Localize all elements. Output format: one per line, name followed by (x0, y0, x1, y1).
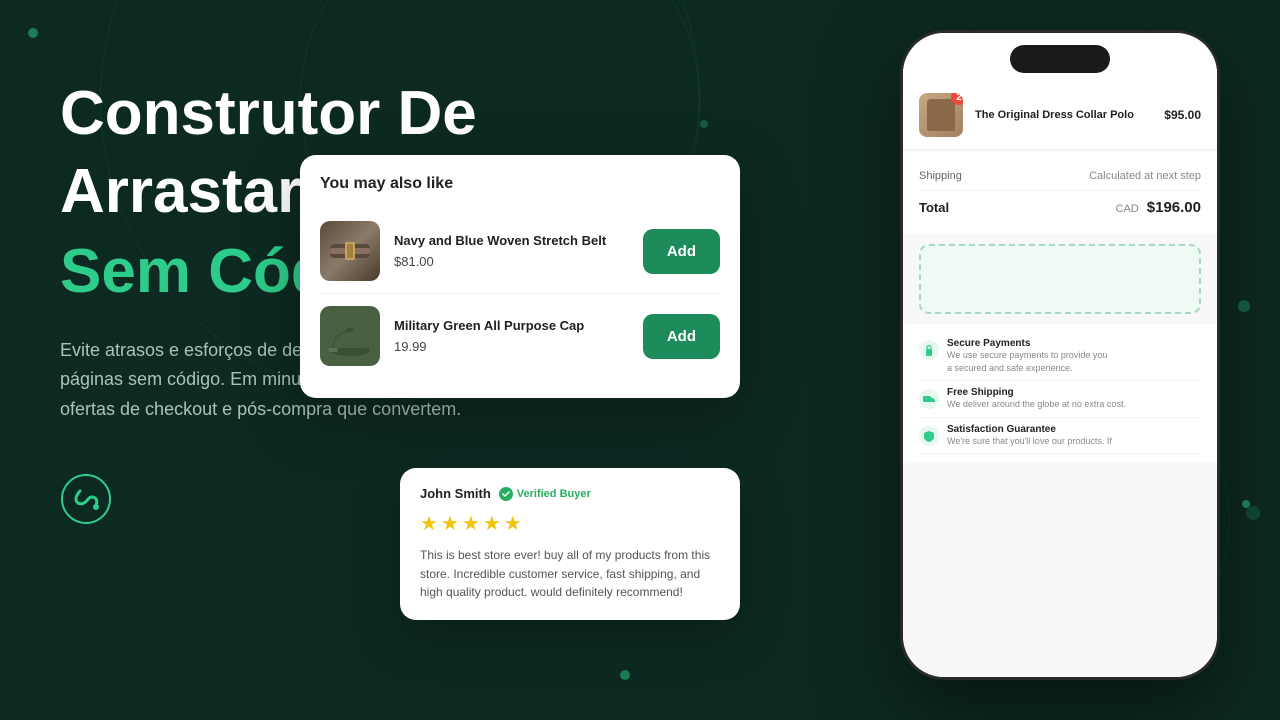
verified-icon (499, 487, 513, 501)
add-cap-button[interactable]: Add (643, 314, 720, 359)
total-label: Total (919, 200, 949, 215)
belt-info: Navy and Blue Woven Stretch Belt $81.00 (394, 233, 629, 269)
trust-title-guarantee: Satisfaction Guarantee (947, 424, 1112, 435)
trust-desc-payments: We use secure payments to provide youa s… (947, 349, 1107, 374)
total-value: $196.00 (1147, 199, 1201, 216)
upsell-popup: You may also like Navy and Blue Woven St… (300, 155, 740, 398)
lock-icon (919, 340, 939, 360)
star-2: ★ (441, 511, 459, 536)
star-4: ★ (483, 511, 501, 536)
trust-item-payments: Secure Payments We use secure payments t… (919, 332, 1201, 381)
verified-badge: Verified Buyer (499, 487, 591, 501)
cap-info: Military Green All Purpose Cap 19.99 (394, 318, 629, 354)
cap-name: Military Green All Purpose Cap (394, 318, 629, 335)
trust-desc-guarantee: We're sure that you'll love our products… (947, 435, 1112, 448)
phone-screen: 2 The Original Dress Collar Polo $95.00 … (903, 33, 1217, 677)
trust-item-shipping: Free Shipping We deliver around the glob… (919, 381, 1201, 418)
upsell-item-belt: Navy and Blue Woven Stretch Belt $81.00 … (320, 209, 720, 294)
right-panel: 2 The Original Dress Collar Polo $95.00 … (580, 0, 1280, 720)
cart-item-price: $95.00 (1164, 108, 1201, 122)
cart-item-info: The Original Dress Collar Polo (975, 109, 1152, 121)
cap-price: 19.99 (394, 339, 629, 354)
belt-thumbnail (320, 221, 380, 281)
reviewer-header: John Smith Verified Buyer (420, 486, 720, 501)
stars-row: ★ ★ ★ ★ ★ (420, 511, 720, 536)
order-summary: Shipping Calculated at next step Total C… (903, 152, 1217, 234)
phone-mockup: 2 The Original Dress Collar Polo $95.00 … (900, 30, 1220, 680)
upsell-item-cap: Military Green All Purpose Cap 19.99 Add (320, 294, 720, 378)
belt-price: $81.00 (394, 254, 629, 269)
trust-section: Secure Payments We use secure payments t… (903, 324, 1217, 462)
headline-line1: Construtor De (60, 80, 640, 148)
shipping-label: Shipping (919, 170, 962, 182)
cart-item-name: The Original Dress Collar Polo (975, 109, 1152, 121)
logo-icon (60, 473, 112, 525)
total-currency: CAD (1116, 203, 1139, 215)
cart-item-thumbnail: 2 (919, 93, 963, 137)
star-1: ★ (420, 511, 438, 536)
shipping-icon (919, 389, 939, 409)
add-belt-button[interactable]: Add (643, 229, 720, 274)
star-3: ★ (462, 511, 480, 536)
shipping-row: Shipping Calculated at next step (919, 162, 1201, 191)
shipping-value: Calculated at next step (1089, 170, 1201, 182)
input-placeholder-area (919, 244, 1201, 314)
reviewer-name: John Smith (420, 486, 491, 501)
total-row: Total CAD $196.00 (919, 191, 1201, 224)
review-popup: John Smith Verified Buyer ★ ★ ★ ★ ★ This… (400, 468, 740, 620)
trust-title-shipping: Free Shipping (947, 387, 1126, 398)
belt-name: Navy and Blue Woven Stretch Belt (394, 233, 629, 250)
trust-title-payments: Secure Payments (947, 338, 1107, 349)
star-5: ★ (504, 511, 522, 536)
review-text: This is best store ever! buy all of my p… (420, 546, 720, 602)
trust-desc-shipping: We deliver around the globe at no extra … (947, 398, 1126, 411)
upsell-title: You may also like (320, 175, 720, 193)
phone-notch (1010, 45, 1110, 73)
guarantee-icon (919, 426, 939, 446)
trust-item-guarantee: Satisfaction Guarantee We're sure that y… (919, 418, 1201, 455)
verified-label: Verified Buyer (517, 488, 591, 500)
cap-thumbnail (320, 306, 380, 366)
